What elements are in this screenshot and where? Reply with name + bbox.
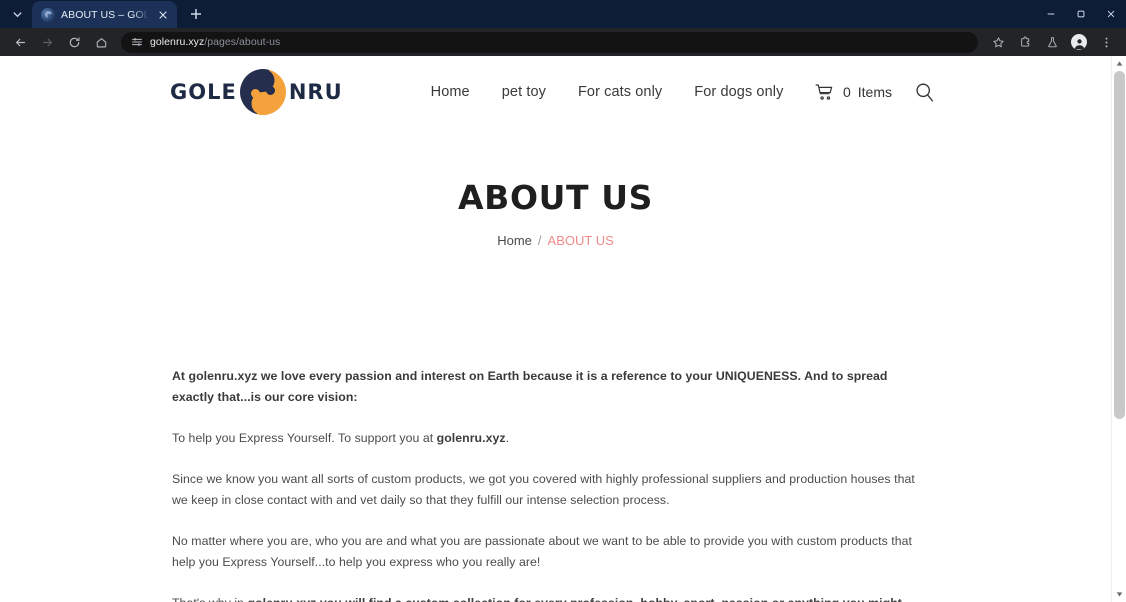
cart-icon[interactable] bbox=[815, 83, 834, 102]
paragraph-4: No matter where you are, who you are and… bbox=[172, 534, 912, 569]
cart-items-label: Items bbox=[857, 84, 892, 100]
paragraph-5: That's why in golenru.xyz you will find … bbox=[172, 593, 931, 602]
logo-emblem-icon bbox=[239, 69, 286, 115]
header-actions: 0 Items bbox=[815, 81, 1111, 103]
toolbar-right-actions bbox=[985, 30, 1119, 54]
address-bar[interactable]: golenru.xyz/pages/about-us bbox=[121, 31, 978, 53]
minimize-icon[interactable] bbox=[1036, 0, 1066, 28]
main-nav: Home pet toy For cats only For dogs only bbox=[415, 78, 800, 106]
nav-item-for-cats-only[interactable]: For cats only bbox=[562, 78, 678, 106]
scroll-down-icon[interactable] bbox=[1112, 587, 1126, 602]
labs-flask-icon[interactable] bbox=[1039, 30, 1065, 54]
web-page: GOLE NRU Home pet toy For cats only For … bbox=[0, 56, 1111, 602]
url-path: /pages/about-us bbox=[204, 36, 281, 48]
profile-avatar-icon[interactable] bbox=[1066, 30, 1092, 54]
tab-strip: ABOUT US – GOLDENRULE ADV bbox=[0, 0, 1126, 28]
paragraph-2-pre: To help you Express Yourself. To support… bbox=[172, 431, 437, 445]
paragraph-5-bold: golenru.xyz you will find a custom colle… bbox=[172, 596, 902, 602]
logo-word-left: GOLE bbox=[170, 80, 237, 104]
bookmark-star-icon[interactable] bbox=[985, 30, 1011, 54]
browser-toolbar: golenru.xyz/pages/about-us bbox=[0, 28, 1126, 56]
url-domain: golenru.xyz bbox=[150, 36, 205, 48]
nav-item-home[interactable]: Home bbox=[415, 78, 486, 106]
site-favicon bbox=[41, 7, 55, 22]
site-header: GOLE NRU Home pet toy For cats only For … bbox=[0, 56, 1111, 128]
site-settings-icon[interactable] bbox=[130, 36, 143, 49]
close-icon[interactable] bbox=[155, 7, 171, 23]
site-logo[interactable]: GOLE NRU bbox=[170, 69, 343, 115]
nav-item-for-dogs-only[interactable]: For dogs only bbox=[678, 78, 799, 106]
paragraph-5-pre: That's why in bbox=[172, 596, 248, 602]
browser-menu-icon[interactable] bbox=[1093, 30, 1119, 54]
url-text: golenru.xyz/pages/about-us bbox=[150, 36, 280, 48]
browser-window: ABOUT US – GOLDENRULE ADV bbox=[0, 0, 1126, 602]
about-content: At golenru.xyz we love every passion and… bbox=[0, 366, 1111, 602]
extensions-icon[interactable] bbox=[1012, 30, 1038, 54]
page-hero: ABOUT US Home / ABOUT US bbox=[0, 128, 1111, 248]
scrollbar-track[interactable] bbox=[1112, 71, 1126, 587]
breadcrumb-current: ABOUT US bbox=[547, 233, 614, 248]
paragraph-2-brand: golenru.xyz bbox=[436, 431, 506, 445]
search-icon[interactable] bbox=[913, 81, 935, 103]
paragraph-1: At golenru.xyz we love every passion and… bbox=[172, 369, 888, 404]
new-tab-icon[interactable] bbox=[183, 1, 209, 27]
window-controls bbox=[1036, 0, 1126, 28]
home-icon[interactable] bbox=[88, 30, 114, 54]
cart-count: 0 bbox=[842, 84, 851, 100]
reload-icon[interactable] bbox=[61, 30, 87, 54]
paragraph-3: Since we know you want all sorts of cust… bbox=[172, 472, 915, 507]
back-icon[interactable] bbox=[7, 30, 33, 54]
page-viewport: GOLE NRU Home pet toy For cats only For … bbox=[0, 56, 1126, 602]
page-title: ABOUT US bbox=[458, 178, 653, 217]
paragraph-2: To help you Express Yourself. To support… bbox=[172, 428, 931, 449]
breadcrumb-home[interactable]: Home bbox=[497, 233, 532, 248]
breadcrumb-separator: / bbox=[537, 233, 542, 248]
close-window-icon[interactable] bbox=[1096, 0, 1126, 28]
browser-tab[interactable]: ABOUT US – GOLDENRULE ADV bbox=[32, 1, 177, 28]
breadcrumb: Home / ABOUT US bbox=[0, 233, 1111, 248]
page-scrollbar[interactable] bbox=[1111, 56, 1126, 602]
nav-item-pet-toy[interactable]: pet toy bbox=[486, 78, 562, 106]
logo-word-right: NRU bbox=[288, 80, 343, 104]
maximize-icon[interactable] bbox=[1066, 0, 1096, 28]
scroll-up-icon[interactable] bbox=[1112, 56, 1126, 71]
scrollbar-thumb[interactable] bbox=[1113, 71, 1125, 419]
paragraph-2-post: . bbox=[505, 431, 510, 445]
tab-search-icon[interactable] bbox=[4, 2, 30, 26]
forward-icon[interactable] bbox=[34, 30, 60, 54]
tab-title: ABOUT US – GOLDENRULE ADV bbox=[61, 8, 149, 21]
